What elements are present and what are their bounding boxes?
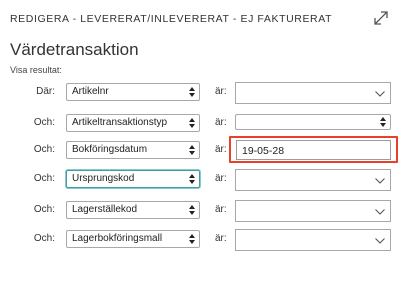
date-input[interactable]: 19-05-28	[236, 140, 391, 160]
field-select-value: Lagerbokföringsmall	[72, 233, 163, 244]
filter-row: Och: Artikeltransaktionstyp är:	[0, 113, 402, 135]
operator-label: är:	[215, 173, 227, 184]
chevron-down-icon	[375, 238, 385, 244]
field-select-value: Artikelnr	[72, 86, 109, 97]
filter-row: Och: Ursprungskod är:	[0, 169, 402, 191]
updown-arrows-icon	[189, 205, 195, 215]
field-select-value: Ursprungskod	[72, 173, 135, 184]
show-results-label: Visa resultat:	[10, 65, 62, 75]
field-select-value: Bokföringsdatum	[72, 144, 148, 155]
value-dropdown[interactable]	[235, 229, 391, 251]
field-select[interactable]: Bokföringsdatum	[66, 141, 200, 159]
header-title: REDIGERA - LEVERERAT/INLEVERERAT - EJ FA…	[10, 13, 333, 25]
chevron-down-icon	[375, 91, 385, 97]
value-dropdown[interactable]	[235, 169, 391, 191]
updown-arrows-icon	[189, 118, 195, 128]
field-select[interactable]: Ursprungskod	[66, 170, 200, 188]
condition-label: Och:	[33, 233, 55, 244]
filter-row: Och: Bokföringsdatum är: 19-05-28	[0, 140, 402, 162]
condition-label: Och:	[33, 204, 55, 215]
date-input-value: 19-05-28	[242, 145, 285, 157]
updown-arrows-icon	[189, 174, 195, 184]
condition-label: Där:	[36, 86, 55, 97]
value-dropdown[interactable]	[235, 200, 391, 222]
page-title: Värdetransaktion	[10, 40, 139, 59]
field-select-value: Artikeltransaktionstyp	[72, 117, 168, 128]
field-select[interactable]: Lagerbokföringsmall	[66, 230, 200, 248]
filter-row: Där: Artikelnr är:	[0, 82, 402, 104]
operator-label: är:	[215, 86, 227, 97]
updown-arrows-icon	[189, 234, 195, 244]
filter-row: Och: Lagerställekod är:	[0, 200, 402, 222]
updown-arrows-icon	[189, 145, 195, 155]
operator-label: är:	[215, 144, 227, 155]
operator-label: är:	[215, 117, 227, 128]
operator-label: är:	[215, 233, 227, 244]
field-select[interactable]: Artikelnr	[66, 83, 200, 101]
chevron-down-icon	[375, 209, 385, 215]
updown-arrows-icon	[189, 87, 195, 97]
field-select-value: Lagerställekod	[72, 204, 138, 215]
condition-label: Och:	[33, 144, 55, 155]
field-select[interactable]: Lagerställekod	[66, 201, 200, 219]
filter-row: Och: Lagerbokföringsmall är:	[0, 229, 402, 251]
condition-label: Och:	[33, 173, 55, 184]
updown-arrows-icon	[380, 117, 386, 127]
value-dropdown[interactable]	[235, 82, 391, 104]
value-select[interactable]	[235, 114, 391, 130]
condition-label: Och:	[33, 117, 55, 128]
chevron-down-icon	[375, 178, 385, 184]
field-select[interactable]: Artikeltransaktionstyp	[66, 114, 200, 132]
expand-icon[interactable]	[372, 9, 390, 27]
operator-label: är:	[215, 204, 227, 215]
